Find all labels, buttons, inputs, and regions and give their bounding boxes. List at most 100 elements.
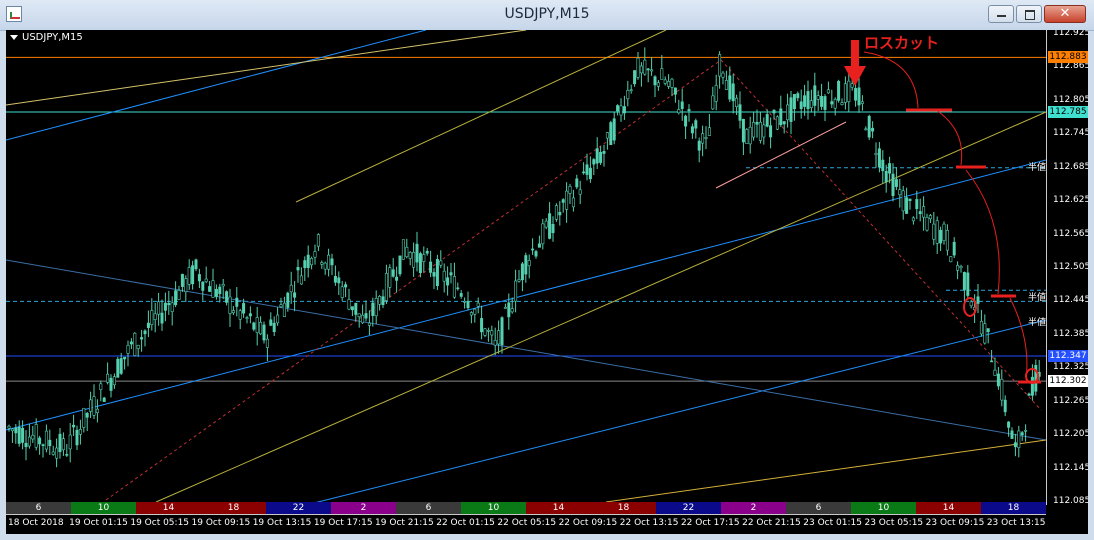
candle-body xyxy=(204,278,208,283)
candle-body xyxy=(833,98,837,109)
candle-body xyxy=(605,132,609,139)
candle-body xyxy=(823,96,827,110)
candle-body xyxy=(102,397,106,402)
candle-body xyxy=(466,300,470,309)
candle-body xyxy=(503,307,507,309)
candle-body xyxy=(735,97,739,108)
candle-body xyxy=(956,265,960,271)
candle-body xyxy=(401,239,405,260)
symbol-label[interactable]: USDJPY,M15 xyxy=(10,32,83,43)
candle-body xyxy=(133,332,137,356)
session-segment: 10 xyxy=(851,502,916,514)
candle-body xyxy=(303,260,307,269)
time-axis[interactable]: 18 Oct 2018 19 Oct 01:15 19 Oct 05:15 19 Oc… xyxy=(6,514,1046,534)
candle-body xyxy=(126,345,130,354)
close-button[interactable]: ✕ xyxy=(1044,5,1086,23)
candle-body xyxy=(500,317,504,346)
minimize-button[interactable] xyxy=(988,5,1014,23)
candle-body xyxy=(520,263,524,281)
candle-body xyxy=(214,288,218,297)
candle-body xyxy=(296,267,300,271)
candle-body xyxy=(442,270,446,282)
candle-body xyxy=(701,133,705,144)
candle-body xyxy=(786,104,790,121)
candle-body xyxy=(881,159,885,172)
candle-body xyxy=(646,68,650,71)
candle-body xyxy=(150,310,154,326)
price-tick-label: 112.205 xyxy=(1053,429,1088,440)
candle-body xyxy=(687,109,691,112)
candle-body xyxy=(282,302,286,318)
candle-body xyxy=(65,454,69,456)
candle-body xyxy=(548,213,552,239)
candle-body xyxy=(435,258,439,287)
candle-body xyxy=(174,290,178,306)
close-icon: ✕ xyxy=(1059,6,1071,21)
trendline-drawing xyxy=(715,121,847,189)
candle-body xyxy=(476,302,480,307)
time-tick-label: 22 Oct 17:15 xyxy=(680,518,740,528)
candle-body xyxy=(718,54,722,77)
candle-body xyxy=(905,197,909,214)
candle-body xyxy=(854,88,858,101)
candle-body xyxy=(95,408,99,414)
candle-body xyxy=(225,291,229,303)
candle-body xyxy=(106,373,110,383)
losscut-annotation: ロスカット xyxy=(864,34,940,52)
time-tick-label: 23 Oct 09:15 xyxy=(925,518,985,528)
candle-body xyxy=(616,105,620,112)
candle-body xyxy=(85,412,89,418)
candle-body xyxy=(922,206,926,218)
price-chart[interactable]: USDJPY,M15 ロスカット 半値 半値 半値 112.925 112.865… xyxy=(6,30,1088,534)
maximize-button[interactable] xyxy=(1016,5,1042,23)
candle-body xyxy=(690,126,694,134)
candle-body xyxy=(17,427,21,444)
candle-body xyxy=(660,68,664,80)
candle-body xyxy=(187,267,191,285)
candle-body xyxy=(745,129,749,144)
candle-body xyxy=(915,199,919,210)
candle-body xyxy=(429,261,433,273)
candle-body xyxy=(276,314,280,324)
candle-body xyxy=(925,217,929,231)
candle-body xyxy=(558,211,562,216)
candle-body xyxy=(446,277,450,286)
candle-body xyxy=(167,302,171,306)
candle-body xyxy=(901,190,905,212)
candle-body xyxy=(792,94,796,110)
time-tick-label: 19 Oct 17:15 xyxy=(313,518,373,528)
annotation-curve-arrow xyxy=(935,109,963,166)
candle-body xyxy=(650,69,654,72)
candle-body xyxy=(177,290,181,300)
candle-body xyxy=(381,296,385,306)
candle-body xyxy=(469,312,473,316)
price-tick-label: 112.745 xyxy=(1053,128,1088,139)
candle-body xyxy=(418,253,422,274)
candle-body xyxy=(599,152,603,163)
candle-body xyxy=(170,302,174,312)
trendline-drawing xyxy=(6,30,427,141)
candle-body xyxy=(561,199,565,203)
annotation-curve-arrow xyxy=(863,51,919,109)
candle-body xyxy=(330,258,334,266)
candle-body xyxy=(459,293,463,297)
price-axis[interactable]: 112.925 112.865 112.805 112.745 112.685 112.6… xyxy=(1046,30,1088,506)
candle-body xyxy=(769,125,773,138)
candle-body xyxy=(221,283,225,287)
candle-body xyxy=(153,313,157,320)
candle-body xyxy=(72,424,76,428)
time-tick-label: 19 Oct 09:15 xyxy=(191,518,251,528)
candle-body xyxy=(112,376,116,386)
candle-body xyxy=(639,65,643,74)
candle-body xyxy=(27,436,31,447)
candle-body xyxy=(497,330,501,345)
session-segment: 2 xyxy=(331,502,396,514)
candle-body xyxy=(7,425,11,429)
candle-body xyxy=(524,255,528,275)
candle-body xyxy=(595,148,599,164)
candle-body xyxy=(364,313,368,319)
candle-body xyxy=(129,341,133,345)
candle-body xyxy=(313,251,317,258)
chart-canvas[interactable] xyxy=(6,30,1088,534)
candle-body xyxy=(146,322,150,328)
